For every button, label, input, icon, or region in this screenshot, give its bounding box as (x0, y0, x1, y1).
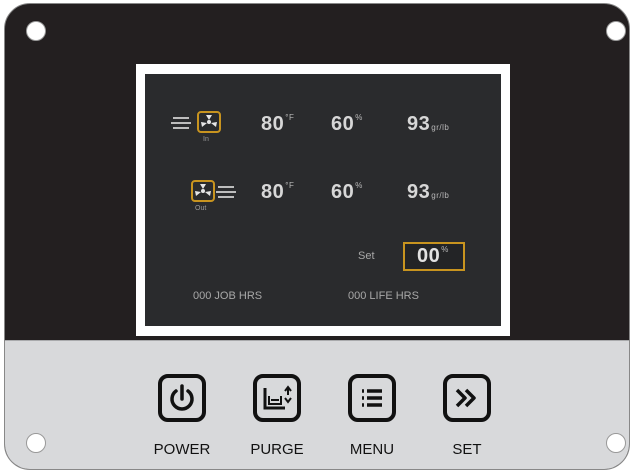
life-hours-label: LIFE HRS (369, 290, 419, 302)
purge-button-label[interactable]: PURGE (232, 441, 322, 458)
inlet-humidity: 60% (331, 113, 363, 136)
outlet-grains-unit: gr/lb (431, 191, 450, 200)
display-frame: In 80°F 60% 93gr/lb Out 80°F 60% 93gr/lb… (136, 64, 510, 336)
outlet-humidity: 60% (331, 181, 363, 204)
inlet-grains: 93gr/lb (407, 113, 449, 136)
purge-icon (263, 385, 292, 410)
mounting-hole (26, 21, 46, 41)
outlet-humidity-value: 60 (331, 181, 355, 203)
purge-button[interactable] (253, 374, 301, 422)
menu-icon (362, 389, 382, 407)
outlet-humidity-unit: % (355, 181, 363, 190)
inlet-temperature-value: 80 (261, 113, 285, 135)
lcd-display: In 80°F 60% 93gr/lb Out 80°F 60% 93gr/lb… (145, 74, 501, 326)
inlet-grains-unit: gr/lb (431, 123, 450, 132)
inlet-grains-value: 93 (407, 113, 431, 135)
inlet-humidity-unit: % (355, 113, 363, 122)
set-button-label[interactable]: SET (422, 441, 512, 458)
outlet-temperature-value: 80 (261, 181, 285, 203)
outlet-fan-label: Out (195, 205, 207, 212)
airflow-lines-icon (171, 117, 191, 129)
inlet-temperature: 80°F (261, 113, 294, 136)
life-hours-value: 000 (348, 290, 367, 302)
mounting-hole (26, 433, 46, 453)
job-hours-value: 000 (193, 290, 212, 302)
mounting-hole (606, 21, 626, 41)
set-value-number: 00 (417, 245, 441, 267)
set-value-unit: % (441, 245, 449, 254)
power-icon (170, 384, 194, 411)
set-value: 00% (417, 245, 449, 268)
set-label: Set (358, 250, 375, 262)
outlet-temperature: 80°F (261, 181, 294, 204)
mounting-hole (606, 433, 626, 453)
outlet-temperature-unit: °F (285, 181, 295, 190)
outlet-grains-value: 93 (407, 181, 431, 203)
menu-button[interactable] (348, 374, 396, 422)
fan-icon (191, 180, 215, 202)
power-button-label[interactable]: POWER (137, 441, 227, 458)
chevron-double-right-icon (455, 388, 476, 408)
fan-icon (197, 111, 221, 133)
airflow-lines-icon (216, 186, 236, 198)
set-button[interactable] (443, 374, 491, 422)
menu-button-label[interactable]: MENU (327, 441, 417, 458)
power-button[interactable] (158, 374, 206, 422)
control-panel: In 80°F 60% 93gr/lb Out 80°F 60% 93gr/lb… (4, 3, 630, 470)
inlet-humidity-value: 60 (331, 113, 355, 135)
inlet-fan-label: In (203, 136, 209, 143)
inlet-temperature-unit: °F (285, 113, 295, 122)
life-hours: 000 LIFE HRS (348, 290, 419, 302)
job-hours: 000 JOB HRS (193, 290, 262, 302)
set-value-box: 00% (403, 242, 465, 271)
outlet-grains: 93gr/lb (407, 181, 449, 204)
job-hours-label: JOB HRS (214, 290, 263, 302)
